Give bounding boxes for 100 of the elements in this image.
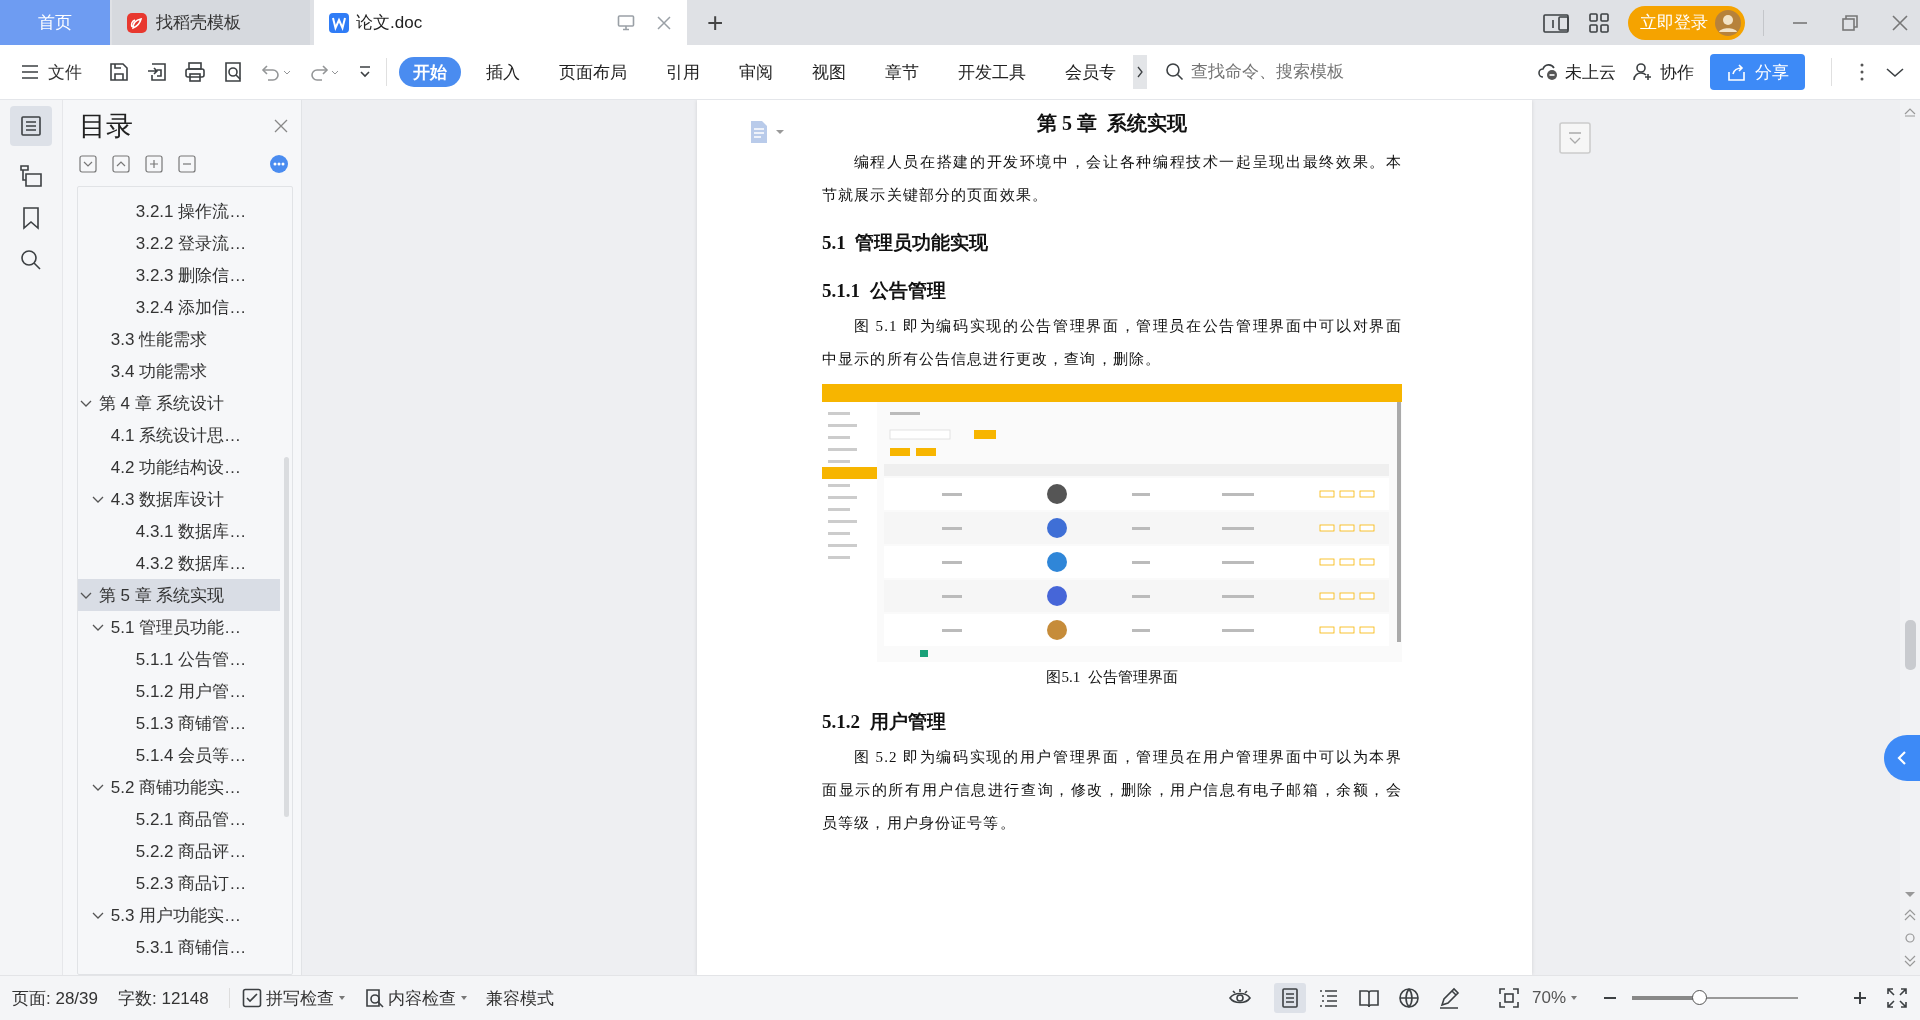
outline-item[interactable]: 3.2.2 登录流… (78, 227, 280, 259)
ribbon-tab[interactable]: 引用 (652, 57, 714, 87)
document-tab[interactable]: 论文.doc (314, 0, 687, 45)
caret-icon (1570, 995, 1578, 1001)
file-menu[interactable]: 文件 (20, 60, 82, 84)
word-count: 字数: 12148 (118, 987, 209, 1010)
new-tab-button[interactable]: + (687, 0, 744, 45)
search-field[interactable]: 查找命令、搜索模板 (1165, 61, 1363, 83)
collapse-all-icon[interactable] (79, 155, 97, 173)
previous-page-icon[interactable] (1903, 909, 1917, 921)
outline-item[interactable]: 5.2.3 商品订… (78, 867, 280, 899)
ribbon-tab[interactable]: 会员专 (1051, 57, 1130, 87)
ribbon-tab[interactable]: 章节 (871, 57, 933, 87)
ribbon-tab[interactable]: 开发工具 (944, 57, 1040, 87)
cloud-status-button[interactable]: 未上云 (1537, 60, 1616, 84)
figure-caption: 图5.1 公告管理界面 (1045, 668, 1179, 687)
scrollbar-thumb[interactable] (284, 457, 289, 817)
tab-label: 找稻壳模板 (156, 12, 241, 34)
monitor-icon[interactable] (617, 13, 635, 32)
export-icon[interactable] (146, 61, 168, 83)
next-page-icon[interactable] (1903, 955, 1917, 967)
tab-label: 论文.doc (356, 12, 424, 34)
content-check-button[interactable]: 内容检查 (363, 986, 468, 1010)
outline-item[interactable]: 5.1.3 商铺管… (78, 707, 280, 739)
close-icon[interactable] (273, 118, 289, 134)
outline-item[interactable]: 3.3 性能需求 (78, 323, 280, 355)
print-icon[interactable] (184, 61, 206, 83)
search-icon[interactable] (19, 248, 43, 272)
compatibility-mode-label: 兼容模式 (485, 987, 554, 1010)
spell-check-button[interactable]: 拼写检查 (241, 986, 346, 1010)
chat-bubble-icon[interactable] (269, 154, 289, 174)
open-book-icon (1357, 987, 1380, 1009)
navigation-icon[interactable] (19, 164, 43, 188)
outline-item[interactable]: 5.1 管理员功能… (78, 611, 280, 643)
outline-view-icon (1317, 987, 1340, 1009)
add-icon[interactable] (145, 155, 163, 173)
collaborate-button[interactable]: 协作 (1632, 60, 1694, 84)
fullscreen-icon[interactable] (1886, 987, 1908, 1009)
subsection-heading: 5.1.1 公告管理 (822, 279, 947, 303)
outline-item[interactable]: 5.1.1 公告管… (78, 643, 280, 675)
outline-item[interactable]: 5.3 用户功能实… (78, 899, 280, 931)
zoom-level-dropdown[interactable]: 70% (1531, 988, 1578, 1008)
tablet-view-icon[interactable] (1543, 11, 1570, 34)
expand-all-icon[interactable] (112, 155, 130, 173)
person-add-icon (1632, 61, 1654, 83)
outline-item[interactable]: 3.2.3 删除信… (78, 259, 280, 291)
ribbon-tab[interactable]: 审阅 (725, 57, 787, 87)
caret-icon[interactable] (775, 128, 785, 136)
save-icon[interactable] (108, 61, 130, 83)
document-tab[interactable]: 找稻壳模板 (112, 0, 310, 45)
caret-icon (337, 995, 346, 1001)
collapse-panel-button[interactable] (1884, 735, 1920, 781)
outline-item[interactable]: 4.1 系统设计思… (78, 419, 280, 451)
scrollbar-thumb[interactable] (1905, 620, 1916, 670)
document-icon (749, 120, 769, 144)
outline-item[interactable]: 第 5 章 系统实现 (78, 579, 280, 611)
chevron-left-icon (1895, 749, 1909, 767)
menu-icon (20, 62, 40, 82)
page-view-icon (1279, 987, 1300, 1009)
page-count: 页面: 28/39 (12, 987, 98, 1010)
scroll-down-icon[interactable] (1903, 889, 1917, 899)
close-icon[interactable] (1890, 12, 1910, 33)
pen-icon (1437, 987, 1460, 1009)
outline-item[interactable]: 5.2.2 商品评… (78, 835, 280, 867)
zoom-in-icon[interactable] (1852, 990, 1868, 1006)
outline-item[interactable]: 4.3.1 数据库… (78, 515, 280, 547)
panel-title: 目录 (79, 110, 133, 143)
print-preview-icon[interactable] (222, 61, 244, 83)
cloud-icon (1537, 61, 1559, 83)
outline-item[interactable]: 5.3.1 商铺信… (78, 931, 280, 963)
view-mode-button[interactable] (1273, 983, 1306, 1013)
close-icon[interactable] (655, 13, 673, 32)
more-options-icon[interactable] (1858, 62, 1866, 82)
subsection-heading: 5.1.2 用户管理 (822, 710, 947, 734)
outline-item[interactable]: 4.2 功能结构设… (78, 451, 280, 483)
outline-item[interactable]: 5.2.1 商品管… (78, 803, 280, 835)
outline-item[interactable]: 4.3.2 数据库… (78, 547, 280, 579)
word-document-icon (328, 11, 350, 34)
outline-item[interactable]: 4.3 数据库设计 (78, 483, 280, 515)
outline-item[interactable]: 5.1.4 会员等… (78, 739, 280, 771)
outline-item[interactable]: 5.2 商铺功能实… (78, 771, 280, 803)
section-heading: 5.1 管理员功能实现 (822, 231, 990, 255)
chapter-heading: 第 5 章 系统实现 (1036, 111, 1188, 136)
remove-icon[interactable] (178, 155, 196, 173)
outline-item[interactable]: 第 4 章 系统设计 (78, 387, 280, 419)
body-paragraph: 图 5.2 即为编码实现的用户管理界面，管理员在用户管理界面中可以为本界面显示的所有用户信息进行查询，修改，删除，用户信息有电子邮箱，余额，会员等级，用户身份证号等。 (822, 748, 1402, 833)
grid-apps-icon[interactable] (1588, 11, 1610, 34)
avatar-icon (1714, 8, 1742, 37)
outline-item[interactable]: 5.1.2 用户管… (78, 675, 280, 707)
search-icon (1165, 62, 1185, 82)
restore-icon[interactable] (1840, 12, 1860, 33)
outline-item[interactable]: 3.4 功能需求 (78, 355, 280, 387)
ribbon-tab[interactable]: 插入 (472, 57, 534, 87)
bookmark-icon[interactable] (20, 206, 42, 230)
outline-panel-icon[interactable] (20, 115, 42, 137)
ribbon-tab[interactable]: 视图 (798, 57, 860, 87)
outline-item[interactable]: 3.2.4 添加信… (78, 291, 280, 323)
outline-item[interactable]: 3.2.1 操作流… (78, 195, 280, 227)
ribbon-tab[interactable]: 页面布局 (545, 57, 641, 87)
fit-page-icon[interactable] (1497, 987, 1520, 1009)
